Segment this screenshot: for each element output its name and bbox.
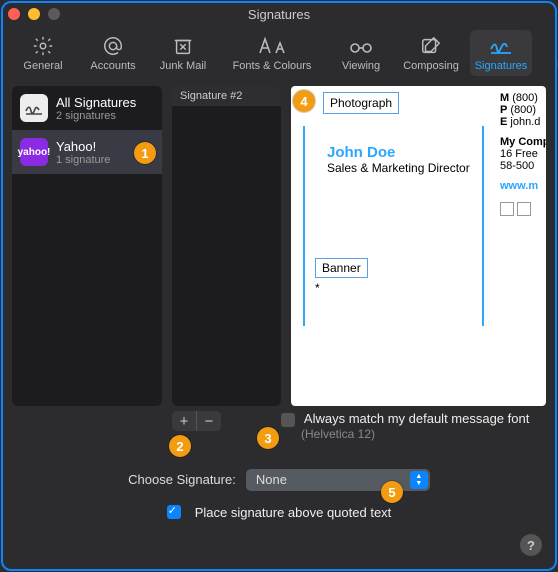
tab-rules[interactable]: Rules — [540, 30, 558, 76]
help-button[interactable]: ? — [520, 534, 542, 556]
account-name: Yahoo! — [56, 139, 110, 154]
tab-junk[interactable]: Junk Mail — [152, 30, 214, 76]
at-icon — [102, 34, 124, 58]
yahoo-icon: yahoo! — [20, 138, 48, 166]
place-above-checkbox[interactable] — [167, 505, 181, 519]
remove-signature-button[interactable]: − — [196, 411, 221, 431]
tab-signatures[interactable]: Signatures — [470, 30, 532, 76]
tab-composing[interactable]: Composing — [400, 30, 462, 76]
tab-accounts[interactable]: Accounts — [82, 30, 144, 76]
trash-x-icon — [172, 34, 194, 58]
divider-icon — [303, 126, 305, 326]
account-name: All Signatures — [56, 95, 136, 110]
signature-item[interactable]: Signature #2 — [172, 86, 281, 106]
annotation-2: 2 — [169, 435, 191, 457]
preferences-toolbar: General Accounts Junk Mail Fonts & Colou… — [0, 26, 558, 82]
window-title: Signatures — [0, 7, 558, 22]
account-yahoo[interactable]: yahoo! Yahoo! 1 signature 1 — [12, 130, 162, 174]
compose-icon — [420, 34, 442, 58]
match-font-label: Always match my default message font — [304, 411, 529, 426]
account-sub: 2 signatures — [56, 110, 136, 122]
signature-item-icon — [20, 94, 48, 122]
content-area: All Signatures 2 signatures yahoo! Yahoo… — [0, 82, 558, 406]
tab-general[interactable]: General — [12, 30, 74, 76]
signature-preview: 4 Photograph John Doe Sales & Marketing … — [291, 86, 546, 406]
photograph-placeholder: Photograph — [323, 92, 399, 114]
account-all-signatures[interactable]: All Signatures 2 signatures — [12, 86, 162, 130]
annotation-4: 4 — [293, 90, 315, 112]
tab-fonts[interactable]: Fonts & Colours — [222, 30, 322, 76]
fonts-icon — [257, 34, 287, 58]
choose-signature-value: None — [256, 472, 287, 487]
annotation-5: 5 — [381, 481, 403, 503]
match-font-sublabel: (Helvetica 12) — [301, 427, 529, 441]
banner-placeholder: Banner — [315, 258, 368, 278]
choose-signature-label: Choose Signature: — [128, 472, 236, 487]
account-sub: 1 signature — [56, 154, 110, 166]
tab-viewing[interactable]: Viewing — [330, 30, 392, 76]
add-signature-button[interactable]: + — [172, 411, 196, 431]
glasses-icon — [348, 34, 374, 58]
annotation-3: 3 — [257, 427, 279, 449]
place-above-label: Place signature above quoted text — [195, 505, 392, 520]
add-remove-signature: + − — [172, 411, 221, 431]
titlebar: Signatures — [0, 0, 558, 26]
accounts-list: All Signatures 2 signatures yahoo! Yahoo… — [12, 86, 162, 406]
popup-arrows-icon: ▲▼ — [410, 471, 428, 489]
signatures-list: Signature #2 — [172, 86, 281, 406]
gear-icon — [32, 34, 54, 58]
signature-contact-block: M (800) P (800) E john.d My Company 16 F… — [500, 92, 546, 216]
annotation-1: 1 — [134, 142, 156, 164]
match-font-checkbox[interactable] — [281, 413, 295, 427]
signature-icon — [488, 34, 514, 58]
divider-icon — [482, 126, 484, 326]
